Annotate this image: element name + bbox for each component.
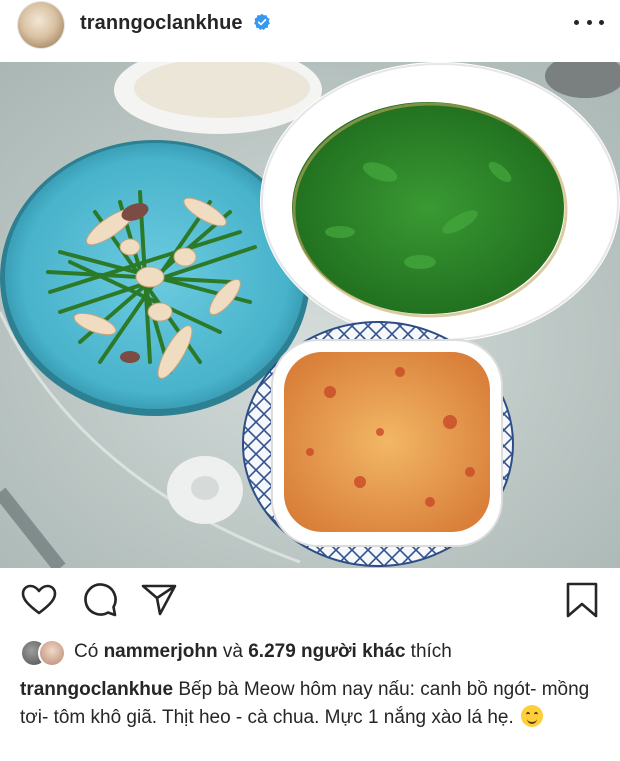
liker-username[interactable]: nammerjohn — [104, 641, 218, 663]
post-header: tranngoclankhue — [0, 0, 620, 62]
avatar — [38, 639, 66, 667]
more-options-icon[interactable] — [574, 13, 604, 31]
post-username[interactable]: tranngoclankhue — [80, 12, 243, 35]
likes-suffix: thích — [405, 641, 452, 662]
likes-middle: và — [217, 641, 249, 662]
likes-summary: Có nammerjohn và 6.279 người khác thích — [20, 638, 452, 667]
smiling-face-savoring-food-icon — [521, 705, 544, 727]
likes-prefix: Có — [74, 641, 104, 662]
post-photo[interactable] — [0, 62, 620, 568]
liker-avatars — [20, 638, 70, 667]
post-caption: tranngoclankhue Bếp bà Meow hôm nay nấu:… — [20, 676, 600, 732]
comment-icon[interactable] — [80, 580, 120, 620]
post-actions — [0, 580, 620, 624]
avatar[interactable] — [18, 2, 64, 48]
verified-badge-icon — [254, 13, 270, 31]
food-photo-illustration — [0, 62, 620, 568]
likes-others-link[interactable]: 6.279 người khác — [248, 641, 405, 663]
bookmark-icon[interactable] — [562, 580, 602, 620]
caption-username[interactable]: tranngoclankhue — [20, 679, 173, 700]
heart-icon[interactable] — [19, 580, 59, 620]
send-icon[interactable] — [139, 580, 179, 620]
